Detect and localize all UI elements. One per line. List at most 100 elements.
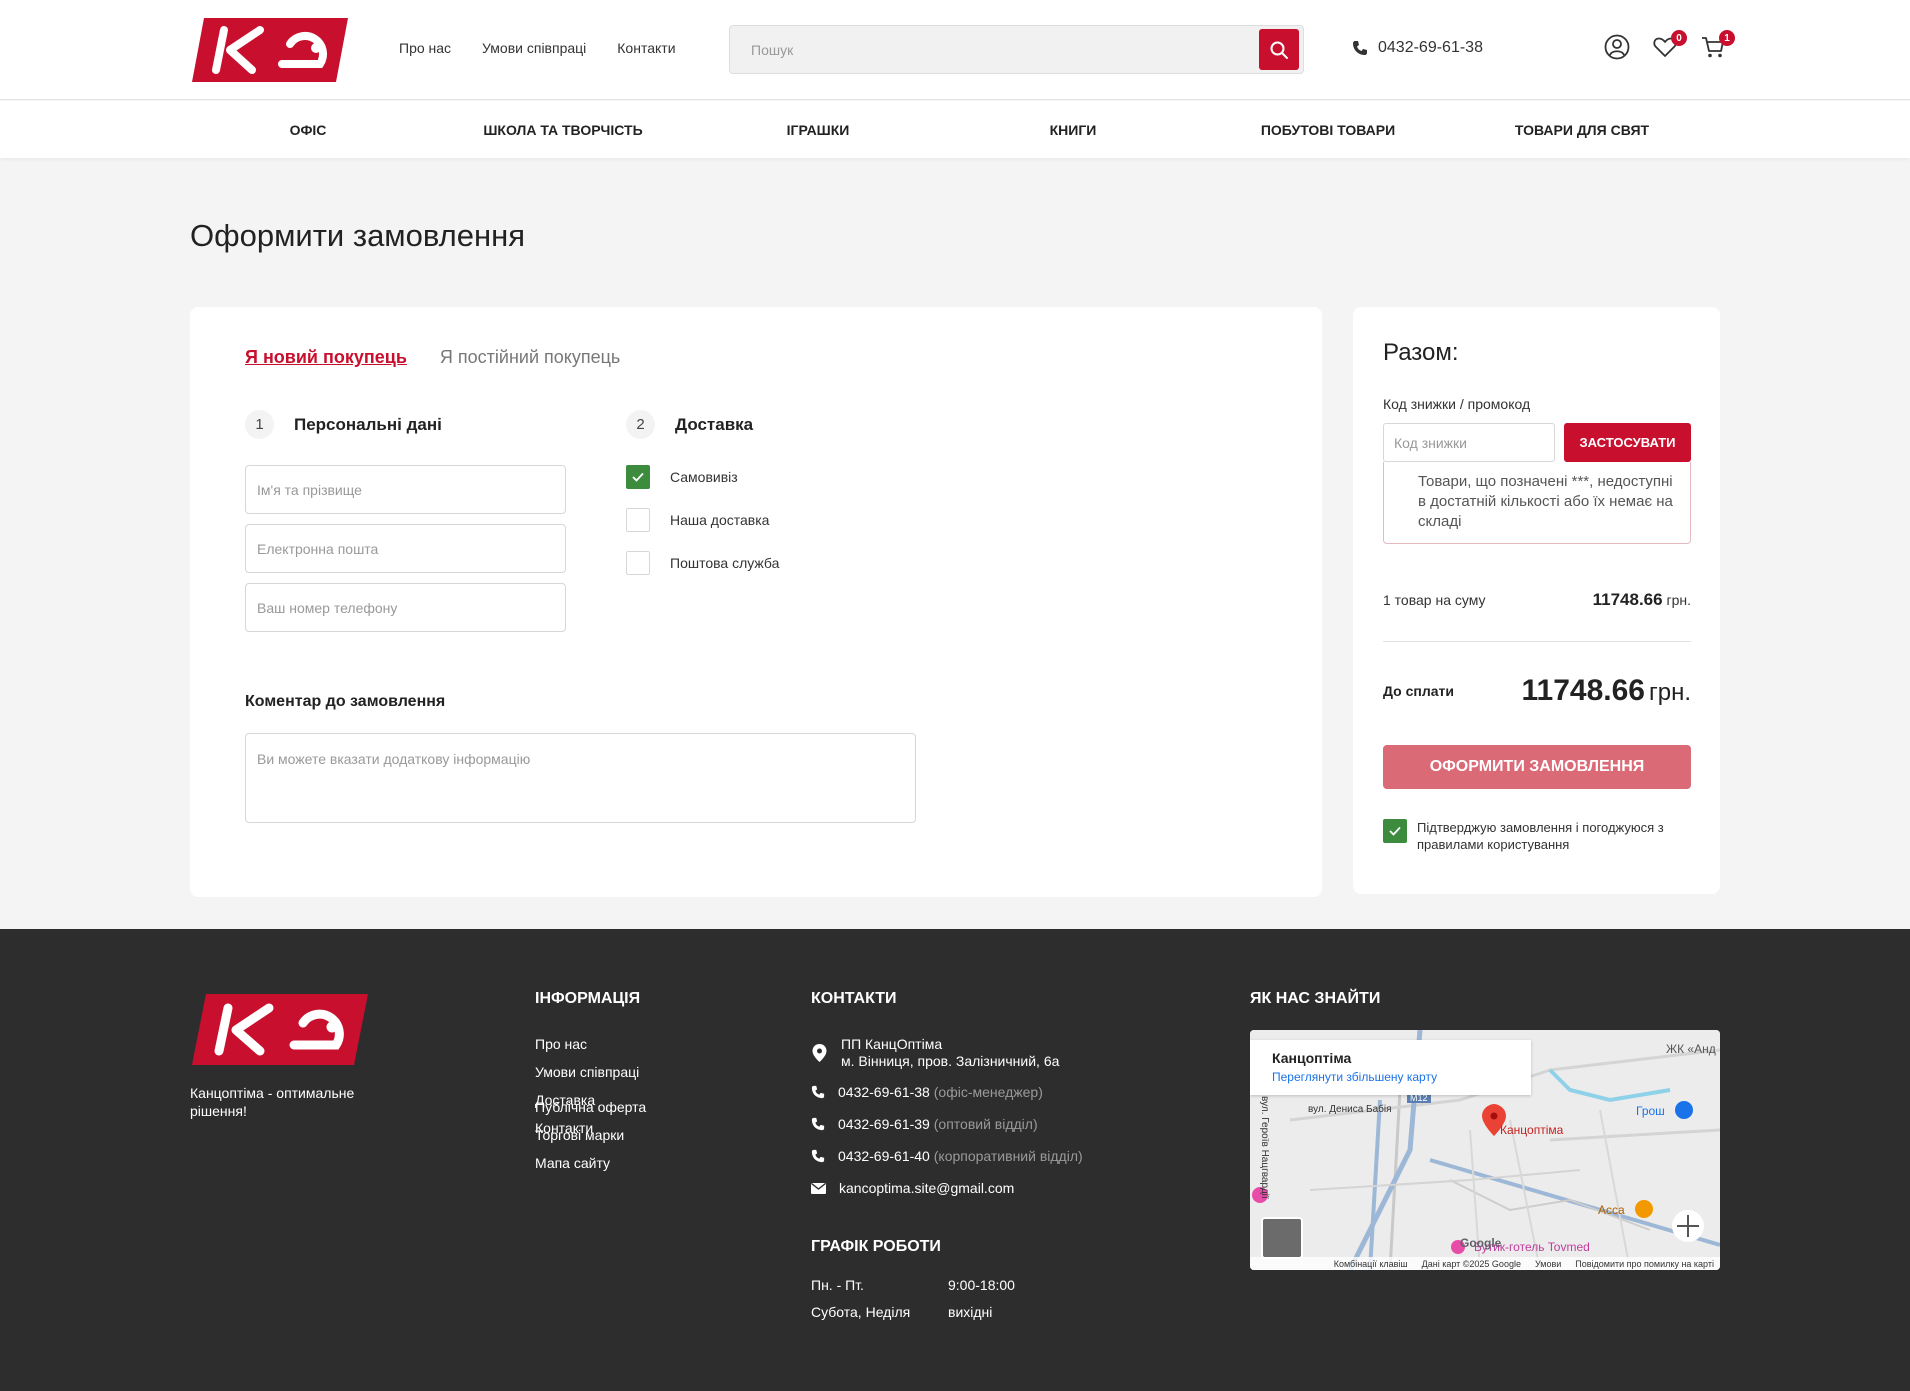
category-toys[interactable]: ІГРАШКИ bbox=[787, 122, 850, 138]
wishlist-button[interactable]: 0 bbox=[1652, 30, 1687, 60]
header-phone-number: 0432-69-61-38 bbox=[1378, 39, 1483, 56]
map-shortcuts-link[interactable]: Комбінації клавіш bbox=[1334, 1259, 1408, 1269]
items-subtotal-label: 1 товар на суму bbox=[1383, 592, 1486, 608]
category-holidays[interactable]: ТОВАРИ ДЛЯ СВЯТ bbox=[1515, 122, 1649, 138]
place-order-button[interactable]: Оформити замовлення bbox=[1383, 745, 1691, 789]
terms-text: Підтверджую замовлення і погоджуюся з пр… bbox=[1417, 820, 1664, 852]
cart-count-badge: 1 bbox=[1719, 30, 1735, 46]
customer-tabs: Я новий покупець Я постійний покупець bbox=[245, 347, 620, 368]
footer-street-address: м. Вінниця, пров. Залізничний, 6а bbox=[841, 1053, 1060, 1069]
map-poi-label: Грош bbox=[1636, 1104, 1665, 1118]
user-icon bbox=[1604, 34, 1630, 60]
footer-map-title: ЯК НАС ЗНАЙТИ bbox=[1250, 990, 1381, 1007]
category-household[interactable]: ПОБУТОВІ ТОВАРИ bbox=[1261, 122, 1395, 138]
top-link-contacts[interactable]: Контакти bbox=[617, 40, 675, 56]
search-input[interactable] bbox=[730, 26, 1250, 73]
search-button[interactable] bbox=[1259, 29, 1299, 70]
step-title: Доставка bbox=[675, 414, 754, 434]
comment-field[interactable] bbox=[245, 733, 916, 823]
tab-returning-customer[interactable]: Я постійний покупець bbox=[440, 347, 620, 368]
footer-link-brands[interactable]: Торгові марки bbox=[535, 1121, 646, 1149]
footer-phone-corporate[interactable]: 0432-69-61-40 (корпоративний відділ) bbox=[811, 1148, 1083, 1164]
divider bbox=[1383, 641, 1691, 642]
phone-number: 0432-69-61-39 bbox=[838, 1116, 930, 1132]
top-link-about[interactable]: Про нас bbox=[399, 40, 451, 56]
map-attribution: Комбінації клавіш Дані карт ©2025 Google… bbox=[1250, 1257, 1720, 1270]
delivery-option-label: Поштова служба bbox=[670, 555, 780, 571]
footer-phone-wholesale[interactable]: 0432-69-61-39 (оптовий відділ) bbox=[811, 1116, 1038, 1132]
terms-agreement[interactable]: Підтверджую замовлення і погоджуюся з пр… bbox=[1383, 819, 1691, 853]
google-logo: Google bbox=[1460, 1236, 1502, 1250]
name-field[interactable] bbox=[245, 465, 566, 514]
step-title: Персональні дані bbox=[294, 414, 442, 434]
footer-link-about[interactable]: Про нас bbox=[535, 1030, 639, 1058]
footer-phone-entry: 0432-69-61-38 (офіс-менеджер) bbox=[838, 1084, 1043, 1100]
phone-icon bbox=[1353, 41, 1367, 55]
cart-button[interactable]: 1 bbox=[1700, 30, 1735, 60]
email-field[interactable] bbox=[245, 524, 566, 573]
order-summary: Разом: Код знижки / промокод ЗАСТОСУВАТИ… bbox=[1353, 307, 1720, 894]
phone-icon bbox=[811, 1117, 825, 1131]
footer-email-address: kancoptima.site@gmail.com bbox=[839, 1180, 1015, 1196]
delivery-option-pickup[interactable]: Самовивіз bbox=[626, 465, 738, 489]
total-value: 11748.66 грн. bbox=[1521, 674, 1691, 708]
total-currency: грн. bbox=[1648, 679, 1691, 706]
location-map[interactable]: Канцоптіма вул. Дениса Бабія вул. Героїв… bbox=[1250, 1030, 1720, 1270]
schedule-hours: 9:00-18:00 bbox=[948, 1277, 1015, 1293]
map-report-link[interactable]: Повідомити про помилку на карті bbox=[1575, 1259, 1714, 1269]
tab-new-customer[interactable]: Я новий покупець bbox=[245, 347, 407, 368]
footer-schedule-title: ГРАФІК РОБОТИ bbox=[811, 1238, 941, 1255]
footer-link-sitemap[interactable]: Мапа сайту bbox=[535, 1149, 646, 1177]
total-label: До сплати bbox=[1383, 683, 1454, 699]
footer-link-offer[interactable]: Публічна оферта bbox=[535, 1093, 646, 1121]
footer-email[interactable]: kancoptima.site@gmail.com bbox=[811, 1180, 1014, 1196]
phone-icon bbox=[811, 1085, 825, 1099]
footer-phone-office[interactable]: 0432-69-61-38 (офіс-менеджер) bbox=[811, 1084, 1043, 1100]
category-office[interactable]: ОФІС bbox=[290, 122, 327, 138]
map-street-label: вул. Дениса Бабія bbox=[1308, 1104, 1392, 1115]
map-enlarge-link[interactable]: Переглянути збільшену карту bbox=[1272, 1070, 1509, 1084]
site-logo[interactable] bbox=[190, 16, 350, 84]
header-phone[interactable]: 0432-69-61-38 bbox=[1352, 39, 1483, 57]
map-terms-link[interactable]: Умови bbox=[1535, 1259, 1561, 1269]
top-link-terms[interactable]: Умови співпраці bbox=[482, 40, 586, 56]
footer-link-terms[interactable]: Умови співпраці bbox=[535, 1058, 639, 1086]
footer-info-title: ІНФОРМАЦІЯ bbox=[535, 990, 641, 1007]
checkbox[interactable] bbox=[626, 508, 650, 532]
wishlist-count-badge: 0 bbox=[1671, 30, 1687, 46]
map-place-card: Канцоптіма Переглянути збільшену карту bbox=[1250, 1040, 1531, 1095]
checkbox-checked[interactable] bbox=[626, 465, 650, 489]
footer-logo[interactable] bbox=[190, 992, 370, 1067]
phone-note: (оптовий відділ) bbox=[933, 1116, 1038, 1132]
delivery-option-courier[interactable]: Наша доставка bbox=[626, 508, 769, 532]
mail-icon bbox=[811, 1182, 826, 1194]
footer-company-name: ПП КанцОптіма bbox=[841, 1036, 943, 1052]
footer-phone-entry: 0432-69-61-40 (корпоративний відділ) bbox=[838, 1148, 1083, 1164]
category-school[interactable]: ШКОЛА ТА ТВОРЧІСТЬ bbox=[483, 122, 642, 138]
step-delivery: 2 Доставка bbox=[626, 410, 753, 439]
terms-checkbox[interactable] bbox=[1383, 819, 1407, 843]
checkmark-icon bbox=[1389, 826, 1401, 836]
items-subtotal-value: 11748.66 грн. bbox=[1593, 590, 1691, 610]
map-data-credit: Дані карт ©2025 Google bbox=[1421, 1258, 1521, 1269]
comment-label: Коментар до замовлення bbox=[245, 693, 446, 710]
delivery-option-label: Наша доставка bbox=[670, 512, 770, 528]
map-street-label: вул. Героїв Нацгвардії bbox=[1259, 1096, 1270, 1199]
search-box bbox=[729, 25, 1304, 74]
phone-icon bbox=[811, 1149, 825, 1163]
phone-note: (корпоративний відділ) bbox=[933, 1148, 1083, 1164]
phone-note: (офіс-менеджер) bbox=[933, 1084, 1043, 1100]
apply-promo-button[interactable]: ЗАСТОСУВАТИ bbox=[1564, 423, 1691, 462]
footer-address: ПП КанцОптіма м. Вінниця, пров. Залізнич… bbox=[811, 1036, 1059, 1070]
footer-address-text: ПП КанцОптіма м. Вінниця, пров. Залізнич… bbox=[841, 1036, 1059, 1070]
items-subtotal: 1 товар на суму 11748.66 грн. bbox=[1383, 590, 1691, 610]
category-nav: ОФІС ШКОЛА ТА ТВОРЧІСТЬ ІГРАШКИ КНИГИ ПО… bbox=[0, 101, 1910, 158]
promo-label: Код знижки / промокод bbox=[1383, 396, 1531, 412]
checkbox[interactable] bbox=[626, 551, 650, 575]
total-amount: 11748.66 bbox=[1521, 674, 1645, 707]
account-button[interactable] bbox=[1604, 34, 1630, 60]
promo-code-input[interactable] bbox=[1383, 423, 1555, 462]
phone-field[interactable] bbox=[245, 583, 566, 632]
category-books[interactable]: КНИГИ bbox=[1050, 122, 1097, 138]
delivery-option-post[interactable]: Поштова служба bbox=[626, 551, 779, 575]
